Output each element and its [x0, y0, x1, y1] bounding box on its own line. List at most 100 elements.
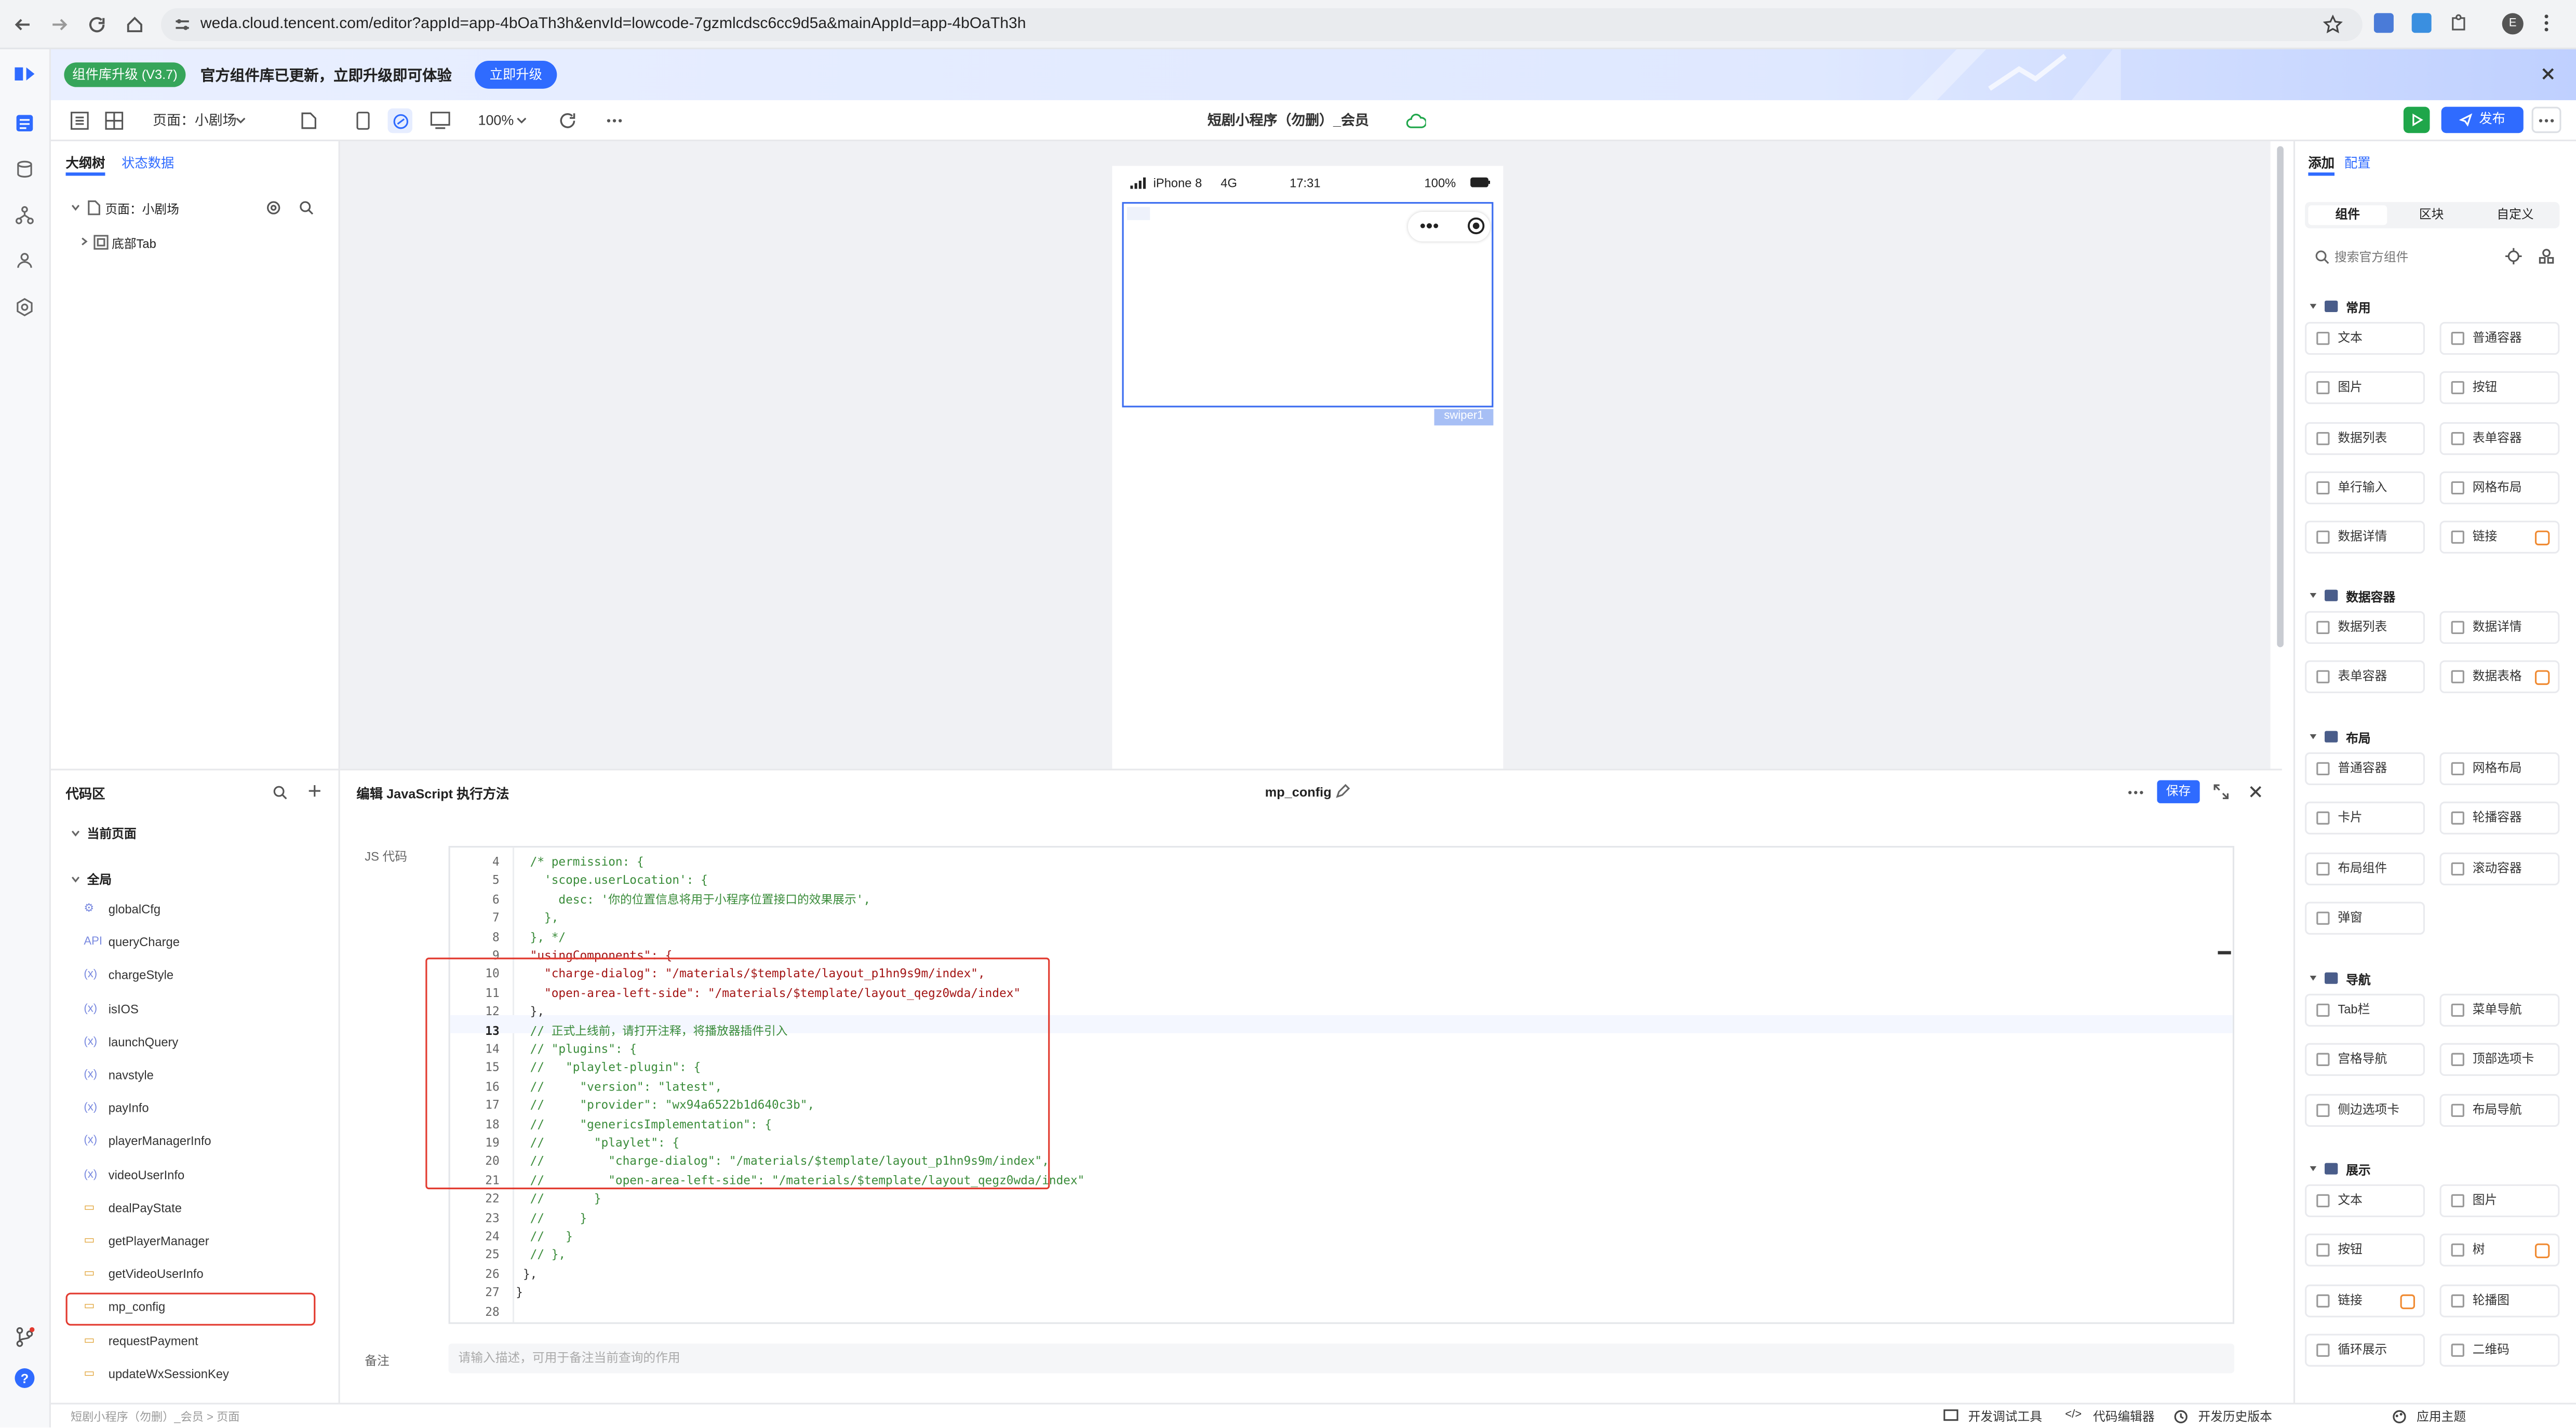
history-icon[interactable]: [2174, 1409, 2188, 1424]
publish-button[interactable]: 发布: [2441, 106, 2524, 133]
run-preview-button[interactable]: [2403, 106, 2430, 133]
current-page-group[interactable]: 当前页面: [87, 825, 137, 843]
component-search-input[interactable]: [2334, 245, 2499, 268]
close-editor-icon[interactable]: [2249, 785, 2262, 798]
category-header[interactable]: 导航: [2310, 971, 2370, 989]
page-file-icon[interactable]: [301, 112, 317, 130]
category-header[interactable]: 布局: [2310, 729, 2370, 747]
forward-icon[interactable]: [49, 15, 69, 34]
component-item[interactable]: 布局组件: [2305, 852, 2425, 885]
swiper-handle[interactable]: [1127, 207, 1150, 220]
component-item[interactable]: 布局导航: [2439, 1093, 2560, 1126]
component-item[interactable]: 循环展示: [2305, 1333, 2425, 1367]
home-icon[interactable]: [125, 15, 144, 34]
component-item[interactable]: 数据详情: [2439, 611, 2560, 644]
tree-node-bottom-tab[interactable]: 底部Tab: [61, 232, 330, 254]
caret-down-icon[interactable]: [2310, 592, 2317, 598]
mobile-device-icon[interactable]: [356, 112, 370, 130]
refresh-icon[interactable]: [559, 112, 577, 130]
component-item[interactable]: 卡片: [2305, 802, 2425, 835]
database-icon[interactable]: [15, 159, 34, 179]
component-item[interactable]: 数据详情: [2305, 521, 2425, 554]
expand-icon[interactable]: [2213, 784, 2230, 800]
breadcrumb[interactable]: 短剧小程序（勿删）_会员 > 页面: [71, 1409, 239, 1426]
component-item[interactable]: 链接: [2305, 1284, 2425, 1317]
reload-icon[interactable]: [87, 15, 107, 34]
address-bar[interactable]: weda.cloud.tencent.com/editor?appId=app-…: [161, 8, 2363, 42]
component-item[interactable]: 弹窗: [2305, 901, 2425, 935]
layout-view-icon[interactable]: [71, 112, 89, 130]
component-item[interactable]: 网格布局: [2439, 752, 2560, 786]
component-item[interactable]: 文本: [2305, 322, 2425, 355]
zoom-select[interactable]: 100%: [478, 100, 514, 141]
chevron-down-icon[interactable]: [235, 117, 246, 125]
component-item[interactable]: 表单容器: [2305, 661, 2425, 694]
page-settings-icon[interactable]: [266, 200, 280, 215]
cloud-sync-icon[interactable]: [1406, 113, 1426, 130]
caret-down-icon[interactable]: [2310, 975, 2317, 981]
subtab-custom[interactable]: 自定义: [2476, 205, 2555, 225]
browser-menu-icon[interactable]: [2543, 13, 2550, 33]
tab-outline-tree[interactable]: 大纲树: [66, 154, 105, 172]
component-item[interactable]: 轮播容器: [2439, 802, 2560, 835]
outline-nav-icon[interactable]: [15, 113, 34, 133]
weda-logo-icon[interactable]: [11, 64, 38, 84]
caret-down-icon[interactable]: [71, 204, 81, 212]
component-item[interactable]: 网格布局: [2439, 471, 2560, 504]
component-item[interactable]: 文本: [2305, 1184, 2425, 1217]
component-item[interactable]: 单行输入: [2305, 471, 2425, 504]
code-search-icon[interactable]: [273, 785, 287, 800]
tab-state-data[interactable]: 状态数据: [122, 154, 174, 172]
tree-search-icon[interactable]: [299, 200, 314, 215]
add-code-icon[interactable]: [307, 784, 322, 798]
caret-down-icon[interactable]: [2310, 304, 2317, 309]
component-item[interactable]: 数据列表: [2305, 611, 2425, 644]
tab-config[interactable]: 配置: [2344, 154, 2371, 172]
component-item[interactable]: 普通容器: [2305, 752, 2425, 786]
subtab-components[interactable]: 组件: [2308, 205, 2387, 225]
history-button[interactable]: 开发历史版本: [2198, 1408, 2272, 1426]
category-header[interactable]: 数据容器: [2310, 588, 2395, 606]
code-editor-icon[interactable]: </>: [2065, 1409, 2082, 1421]
component-market-icon[interactable]: [2538, 248, 2555, 265]
global-group[interactable]: 全局: [87, 871, 112, 889]
puzzle-icon[interactable]: [2449, 13, 2469, 33]
editor-more-icon[interactable]: [2127, 790, 2144, 795]
app-theme-button[interactable]: 应用主题: [2417, 1408, 2466, 1426]
grid-view-icon[interactable]: [105, 112, 124, 130]
desktop-device-icon[interactable]: [430, 112, 450, 130]
page-select[interactable]: 页面：小剧场: [153, 100, 236, 141]
component-item[interactable]: Tab栏: [2305, 993, 2425, 1027]
settings-gear-icon[interactable]: [15, 298, 34, 317]
edit-pencil-icon[interactable]: [1336, 784, 1350, 798]
caret-down-icon[interactable]: [2310, 734, 2317, 739]
zoom-chevron-icon[interactable]: [516, 117, 527, 125]
caret-down-icon[interactable]: [71, 875, 81, 884]
code-editor-button[interactable]: 代码编辑器: [2093, 1408, 2155, 1426]
component-item[interactable]: 数据表格: [2439, 661, 2560, 694]
subtab-blocks[interactable]: 区块: [2392, 205, 2471, 225]
caret-down-icon[interactable]: [71, 829, 81, 838]
dev-tools-icon[interactable]: [1943, 1409, 1958, 1422]
component-item[interactable]: 图片: [2439, 1184, 2560, 1217]
tree-node-page[interactable]: 页面：小剧场: [61, 197, 330, 220]
translate-extension-icon[interactable]: [2373, 13, 2394, 33]
component-item[interactable]: 树: [2439, 1234, 2560, 1267]
component-item[interactable]: 滚动容器: [2439, 852, 2560, 885]
canvas-scrollbar[interactable]: [2277, 146, 2284, 648]
selected-swiper[interactable]: [1122, 202, 1494, 408]
component-item[interactable]: 宫格导航: [2305, 1043, 2425, 1076]
component-item[interactable]: 按钮: [2439, 371, 2560, 405]
component-item[interactable]: 按钮: [2305, 1234, 2425, 1267]
component-item[interactable]: 普通容器: [2439, 322, 2560, 355]
profile-avatar[interactable]: E: [2502, 13, 2524, 35]
git-branch-icon[interactable]: [15, 1327, 35, 1347]
component-item[interactable]: 数据列表: [2305, 421, 2425, 454]
more-actions-icon[interactable]: [606, 118, 623, 123]
users-icon[interactable]: [15, 251, 34, 271]
upgrade-now-button[interactable]: 立即升级: [475, 61, 557, 89]
remark-input[interactable]: 请输入描述，可用于备注当前查询的作用: [448, 1343, 2235, 1373]
component-item[interactable]: 菜单导航: [2439, 993, 2560, 1027]
component-item[interactable]: 顶部选项卡: [2439, 1043, 2560, 1076]
component-item[interactable]: 轮播图: [2439, 1284, 2560, 1317]
